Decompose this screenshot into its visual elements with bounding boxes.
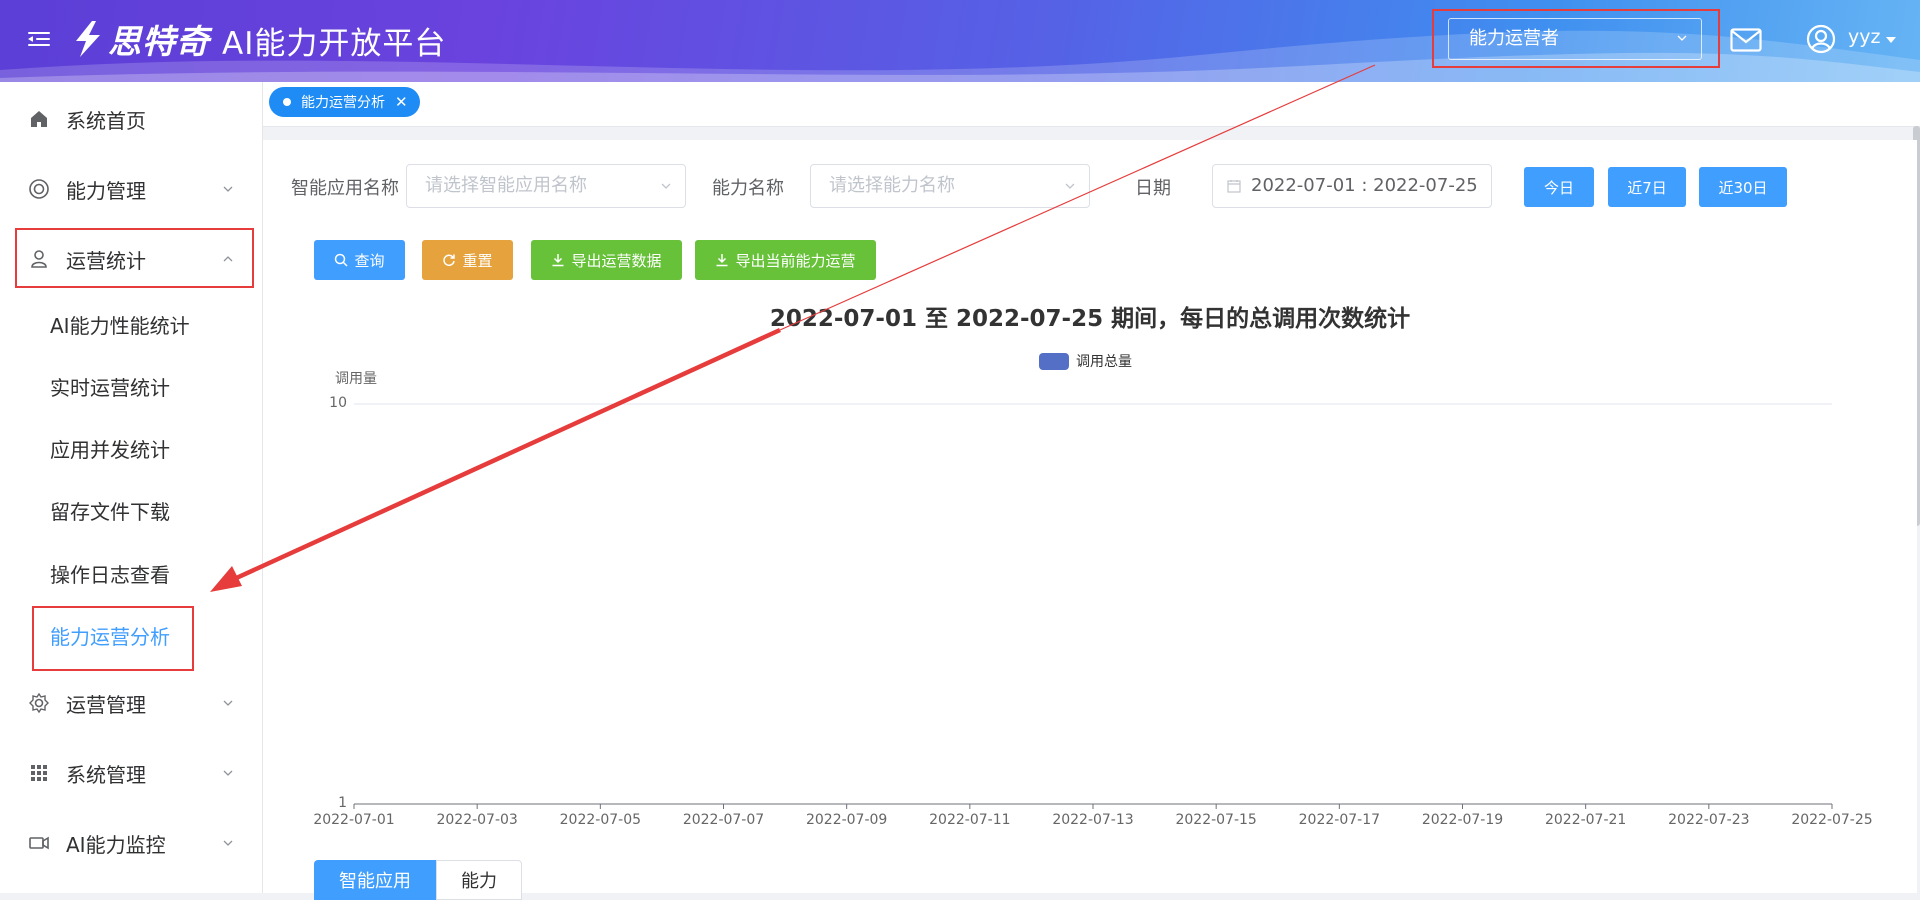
chevron-down-icon	[223, 770, 233, 776]
x-tick-label: 2022-07-21	[1544, 812, 1627, 828]
submenu-label: 能力运营分析	[50, 624, 170, 649]
x-tick-label: 2022-07-13	[1052, 812, 1134, 828]
close-icon[interactable]: ✕	[395, 93, 408, 111]
submenu-concurrency-stats[interactable]: 应用并发统计	[0, 423, 262, 473]
stats-user-icon	[31, 250, 47, 268]
main-content: 智能应用名称 请选择智能应用名称 能力名称 请选择能力名称 日期 2022-07…	[263, 140, 1917, 900]
x-tick-label: 2022-07-17	[1298, 812, 1381, 828]
chevron-down-icon	[223, 186, 233, 192]
submenu-ai-perf-stats[interactable]: AI能力性能统计	[0, 299, 262, 349]
camera-icon	[29, 836, 49, 850]
sidebar-item-operation-mgmt[interactable]: 运营管理	[0, 678, 262, 728]
x-tick-label: 2022-07-05	[559, 812, 642, 828]
grid-icon	[31, 765, 47, 781]
mail-icon[interactable]	[1730, 28, 1762, 52]
submenu-label: 留存文件下载	[50, 499, 170, 524]
submenu-label: AI能力性能统计	[50, 313, 190, 338]
sidebar-item-label: 能力管理	[66, 178, 146, 203]
sidebar-item-home[interactable]: 系统首页	[0, 94, 262, 144]
role-select[interactable]: 能力运营者	[1448, 18, 1702, 60]
chevron-down-icon	[223, 700, 233, 706]
top-header: 思特奇 AI能力开放平台 能力运营者 yyz	[0, 0, 1920, 82]
x-tick-label: 2022-07-07	[682, 812, 765, 828]
x-tick-label: 2022-07-19	[1421, 812, 1504, 828]
logo: 思特奇	[70, 14, 210, 64]
tab-smart-app[interactable]: 智能应用	[314, 860, 436, 900]
user-circle-icon[interactable]	[1806, 24, 1836, 54]
app-title: AI能力开放平台	[222, 26, 447, 62]
capability-icon	[29, 179, 49, 199]
x-tick-label: 2022-07-01	[313, 812, 395, 828]
y-tick-label: 10	[329, 395, 347, 411]
x-tick-label: 2022-07-25	[1791, 812, 1873, 828]
x-tick-label: 2022-07-15	[1175, 812, 1257, 828]
tab-capability[interactable]: 能力	[436, 860, 522, 900]
tab-label: 能力	[461, 871, 497, 892]
active-dot-icon	[283, 98, 291, 106]
x-tick-label: 2022-07-23	[1668, 812, 1750, 828]
submenu-capability-analysis[interactable]: 能力运营分析	[0, 610, 262, 660]
logo-text: 思特奇	[108, 22, 210, 61]
user-name[interactable]: yyz	[1848, 26, 1880, 48]
submenu-file-download[interactable]: 留存文件下载	[0, 485, 262, 535]
submenu-label: 实时运营统计	[50, 375, 170, 400]
submenu-realtime-stats[interactable]: 实时运营统计	[0, 361, 262, 411]
sidebar-item-label: 运营统计	[66, 248, 146, 273]
x-tick-label: 2022-07-11	[929, 812, 1011, 828]
submenu-operation-log[interactable]: 操作日志查看	[0, 548, 262, 598]
home-icon	[31, 111, 47, 127]
line-chart: 10 1 2022-07-01 2022-07-03 2022-07-05 2022-07…	[263, 140, 1917, 840]
sidebar-item-label: 系统首页	[66, 108, 146, 133]
x-tick-label: 2022-07-09	[805, 812, 888, 828]
chevron-down-icon	[1677, 35, 1687, 41]
submenu-label: 操作日志查看	[50, 562, 170, 587]
sidebar-item-label: AI能力监控	[66, 832, 166, 857]
sidebar-item-label: 运营管理	[66, 692, 146, 717]
x-tick-label: 2022-07-03	[436, 812, 518, 828]
menu-fold-icon[interactable]	[28, 29, 50, 49]
tab-label: 能力运营分析	[301, 95, 385, 111]
submenu-label: 应用并发统计	[50, 437, 170, 462]
tab-label: 智能应用	[339, 871, 411, 892]
sidebar-item-label: 系统管理	[66, 762, 146, 787]
sidebar-item-capability[interactable]: 能力管理	[0, 164, 262, 214]
gear-icon	[29, 692, 49, 714]
y-tick-label: 1	[338, 795, 347, 811]
logo-lightning-icon	[76, 21, 100, 57]
chevron-down-icon	[223, 840, 233, 846]
sidebar: 系统首页 能力管理 运营统计 AI能力性能统计 实时运营统计 应用并发统计 留存…	[0, 82, 263, 893]
tab-strip: 能力运营分析 ✕	[263, 82, 1920, 127]
sidebar-item-system-mgmt[interactable]: 系统管理	[0, 748, 262, 798]
sidebar-item-ai-monitor[interactable]: AI能力监控	[0, 818, 262, 868]
tab-capability-analysis[interactable]: 能力运营分析 ✕	[269, 87, 420, 117]
role-select-value: 能力运营者	[1469, 28, 1559, 49]
caret-down-icon[interactable]	[1886, 37, 1896, 43]
sidebar-item-operation-stats[interactable]: 运营统计	[0, 234, 262, 284]
chart-svg	[353, 403, 1833, 809]
chevron-up-icon	[223, 256, 233, 262]
